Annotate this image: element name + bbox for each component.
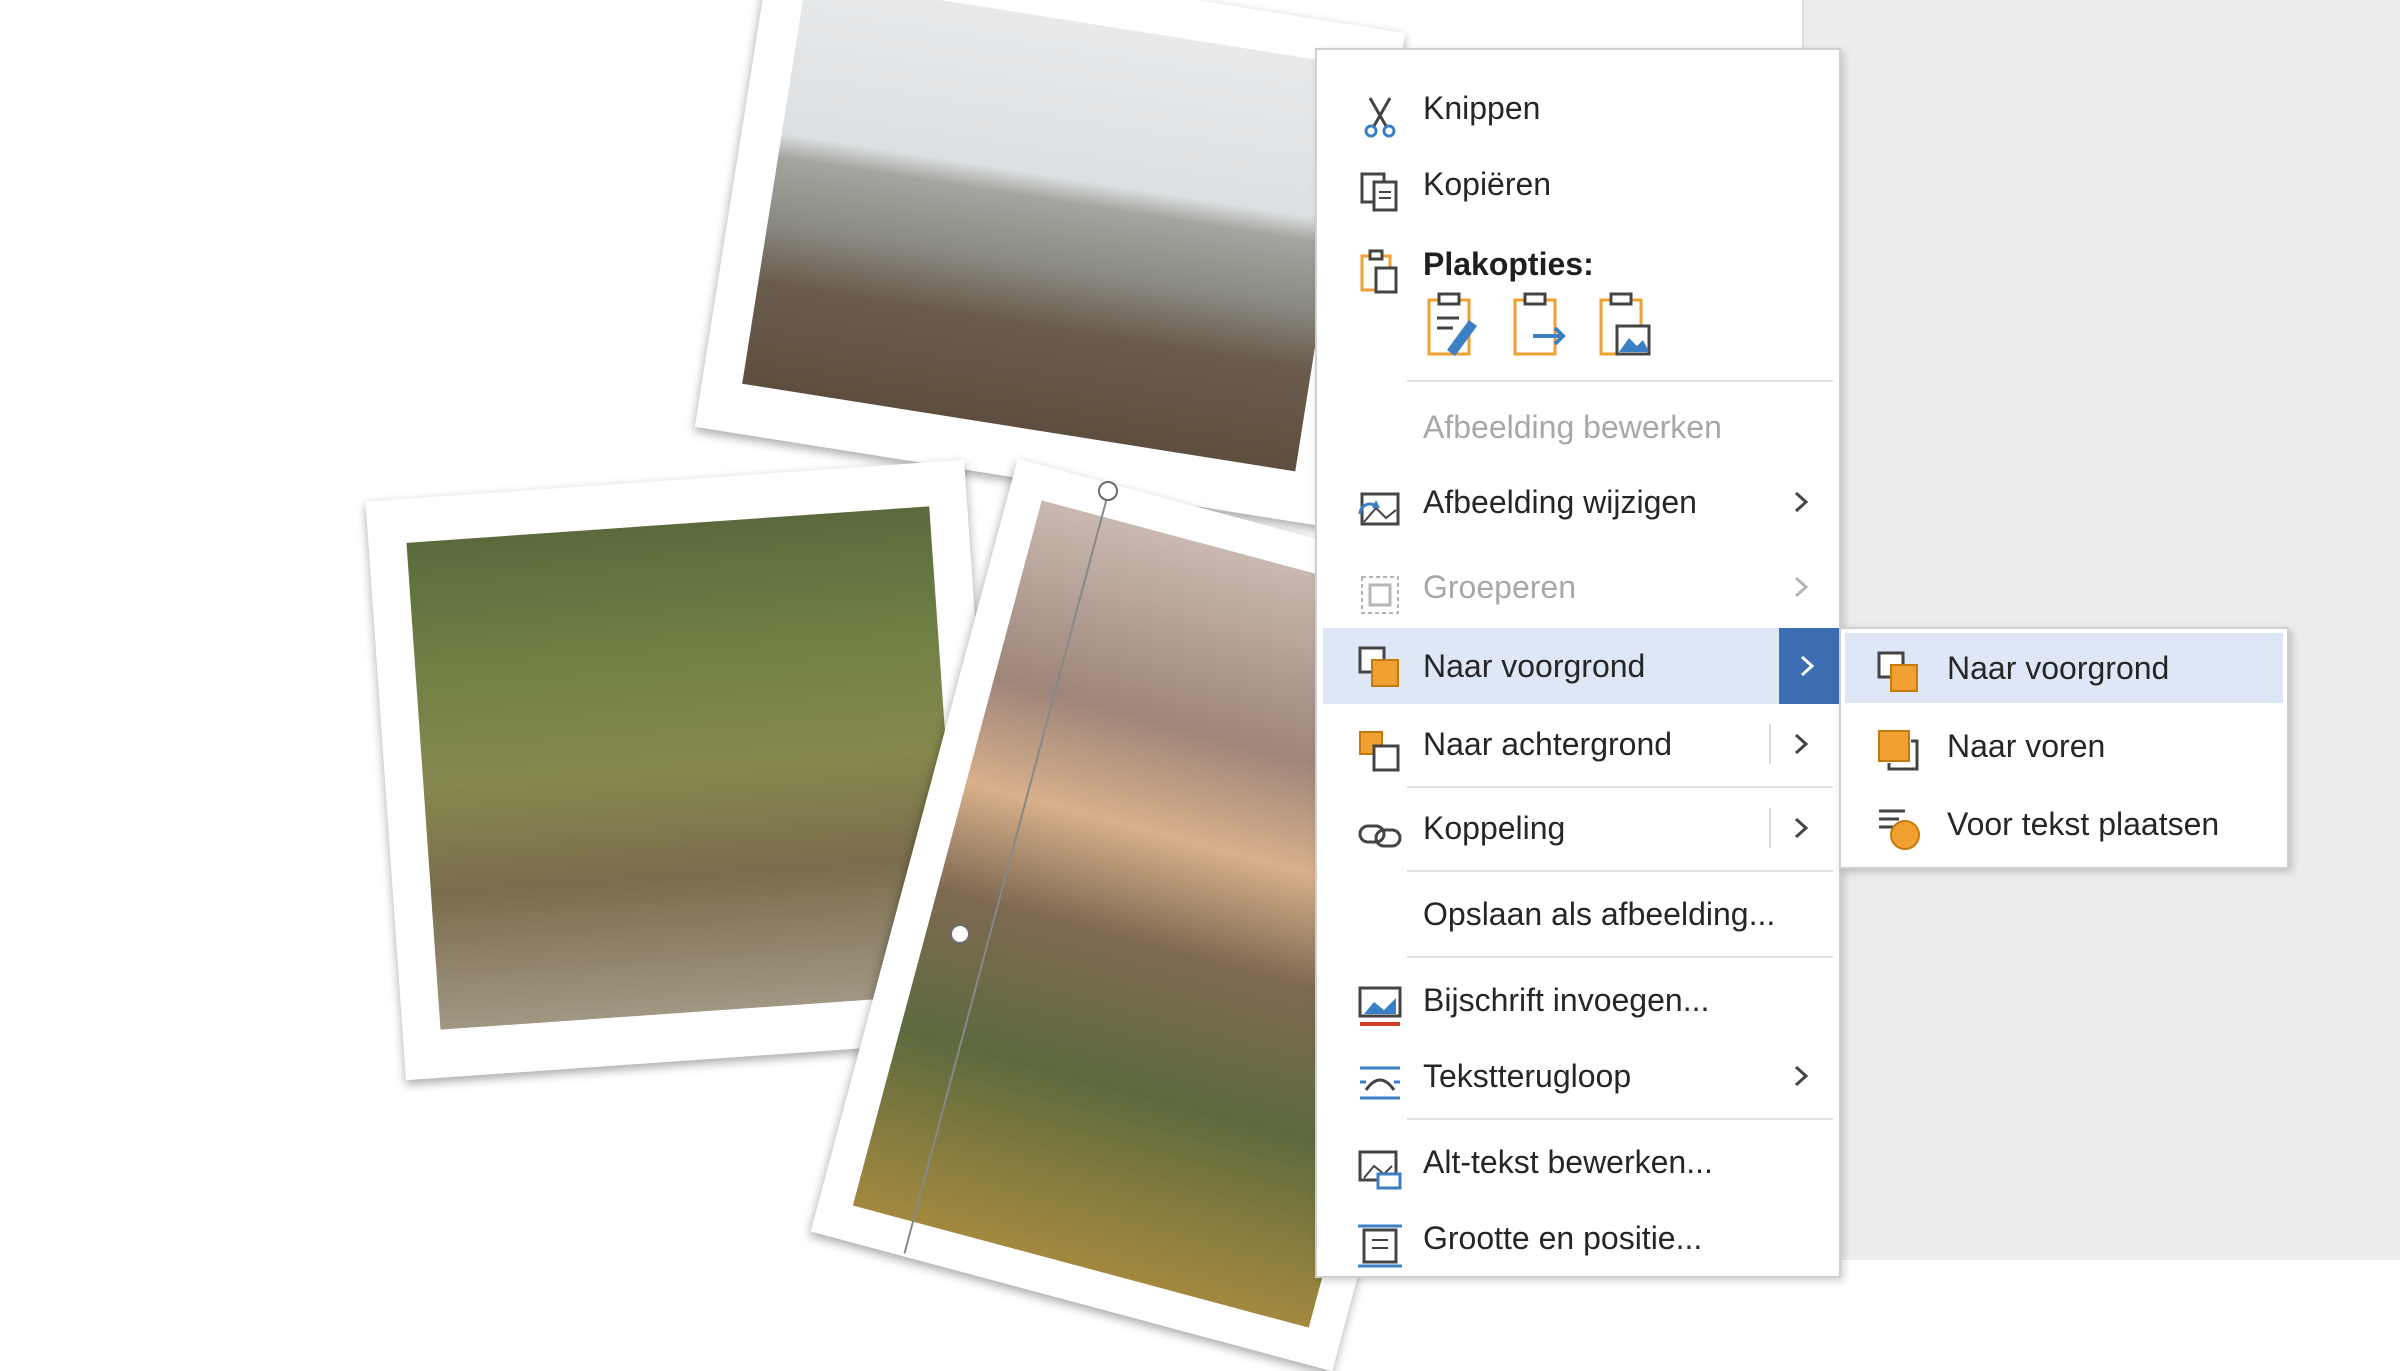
menu-item-save-as-picture[interactable]: Opslaan als afbeelding... [1323,882,1833,946]
photo-forest-bridge-image [406,506,964,1030]
menu-label-link: Koppeling [1423,809,1566,846]
menu-item-edit-alt-text[interactable]: Alt-tekst bewerken... [1323,1130,1833,1194]
context-menu: Knippen Kopiëren Plakopties: Afbeelding … [1315,48,1841,1278]
bring-to-front-icon [1877,651,1918,692]
in-front-of-text-icon [1879,809,1920,850]
chevron-right-icon[interactable] [1787,730,1815,758]
menu-separator [1407,870,1833,872]
clipboard-icon [1360,249,1398,294]
paste-picture-icon[interactable] [1595,290,1655,362]
photo-beach-couple[interactable] [694,0,1406,527]
paste-keep-formatting-icon[interactable] [1423,290,1483,362]
wrap-text-icon [1360,1066,1400,1100]
menu-item-send-backward[interactable]: Naar achtergrond [1323,712,1833,776]
menu-label-edit-alt-text: Alt-tekst bewerken... [1423,1143,1713,1180]
submenu-item-bring-to-front[interactable]: Naar voorgrond [1845,633,2283,703]
menu-label-bring-forward: Naar voorgrond [1423,647,1646,684]
submenu-label-in-front-of-text: Voor tekst plaatsen [1947,806,2220,842]
menu-item-link[interactable]: Koppeling [1323,796,1833,860]
menu-label-save-as-picture: Opslaan als afbeelding... [1423,895,1776,932]
split-divider [1769,724,1771,764]
menu-separator [1407,1118,1833,1120]
menu-item-size-position[interactable]: Grootte en positie... [1323,1206,1833,1270]
photo-beach-couple-image [742,0,1360,472]
group-icon [1361,576,1399,614]
menu-label-size-position: Grootte en positie... [1423,1219,1703,1256]
menu-label-copy: Kopiëren [1423,165,1552,202]
paste-options-row [1423,290,1655,364]
menu-separator [1407,380,1833,382]
bring-forward-submenu: Naar voorgrond Naar voren Voor tekst pla… [1839,627,2289,869]
menu-item-wrap-text[interactable]: Tekstterugloop [1323,1044,1833,1108]
menu-label-send-backward: Naar achtergrond [1423,725,1673,762]
menu-item-change-picture[interactable]: Afbeelding wijzigen [1323,470,1833,534]
submenu-item-in-front-of-text[interactable]: Voor tekst plaatsen [1845,789,2283,859]
menu-item-paste-options: Plakopties: [1323,232,1833,296]
selection-handle-top[interactable] [1098,481,1118,501]
menu-item-edit-picture: Afbeelding bewerken [1323,395,1833,459]
chevron-right-icon [1800,655,1815,677]
menu-label-cut: Knippen [1423,89,1541,126]
submenu-label-bring-to-front: Naar voorgrond [1947,650,2170,686]
bring-forward-icon [1878,730,1919,771]
insert-caption-icon [1358,986,1402,1026]
menu-label-insert-caption: Bijschrift invoegen... [1423,981,1710,1018]
chevron-right-icon[interactable] [1787,814,1815,842]
send-backward-icon [1359,731,1400,772]
menu-item-insert-caption[interactable]: Bijschrift invoegen... [1323,968,1833,1032]
menu-label-change-picture: Afbeelding wijzigen [1423,483,1697,520]
menu-item-cut[interactable]: Knippen [1323,76,1833,140]
menu-item-copy[interactable]: Kopiëren [1323,152,1833,216]
menu-separator [1407,956,1833,958]
menu-label-edit-picture: Afbeelding bewerken [1423,408,1722,445]
bring-forward-icon [1358,646,1399,687]
menu-label-group: Groeperen [1423,568,1576,605]
selection-handle-left[interactable] [950,924,970,944]
submenu-label-bring-forward: Naar voren [1947,728,2106,764]
chevron-right-icon [1794,576,1809,598]
split-divider [1769,808,1771,848]
alt-text-icon [1358,1150,1402,1190]
menu-item-bring-forward[interactable]: Naar voorgrond [1323,628,1839,704]
change-picture-icon [1358,492,1400,526]
menu-separator [1407,786,1833,788]
paste-merge-formatting-icon[interactable] [1509,290,1569,362]
chevron-right-icon [1794,491,1809,513]
size-position-icon [1358,1224,1402,1268]
link-icon [1358,824,1402,848]
copy-icon [1360,172,1398,212]
menu-item-group: Groeperen [1323,555,1833,619]
menu-label-wrap-text: Tekstterugloop [1423,1057,1632,1094]
chevron-right-icon [1794,1065,1809,1087]
menu-label-paste-options: Plakopties: [1423,245,1594,282]
submenu-expand-button[interactable] [1779,628,1839,704]
scissors-icon [1364,97,1396,138]
submenu-item-bring-forward[interactable]: Naar voren [1845,711,2283,781]
